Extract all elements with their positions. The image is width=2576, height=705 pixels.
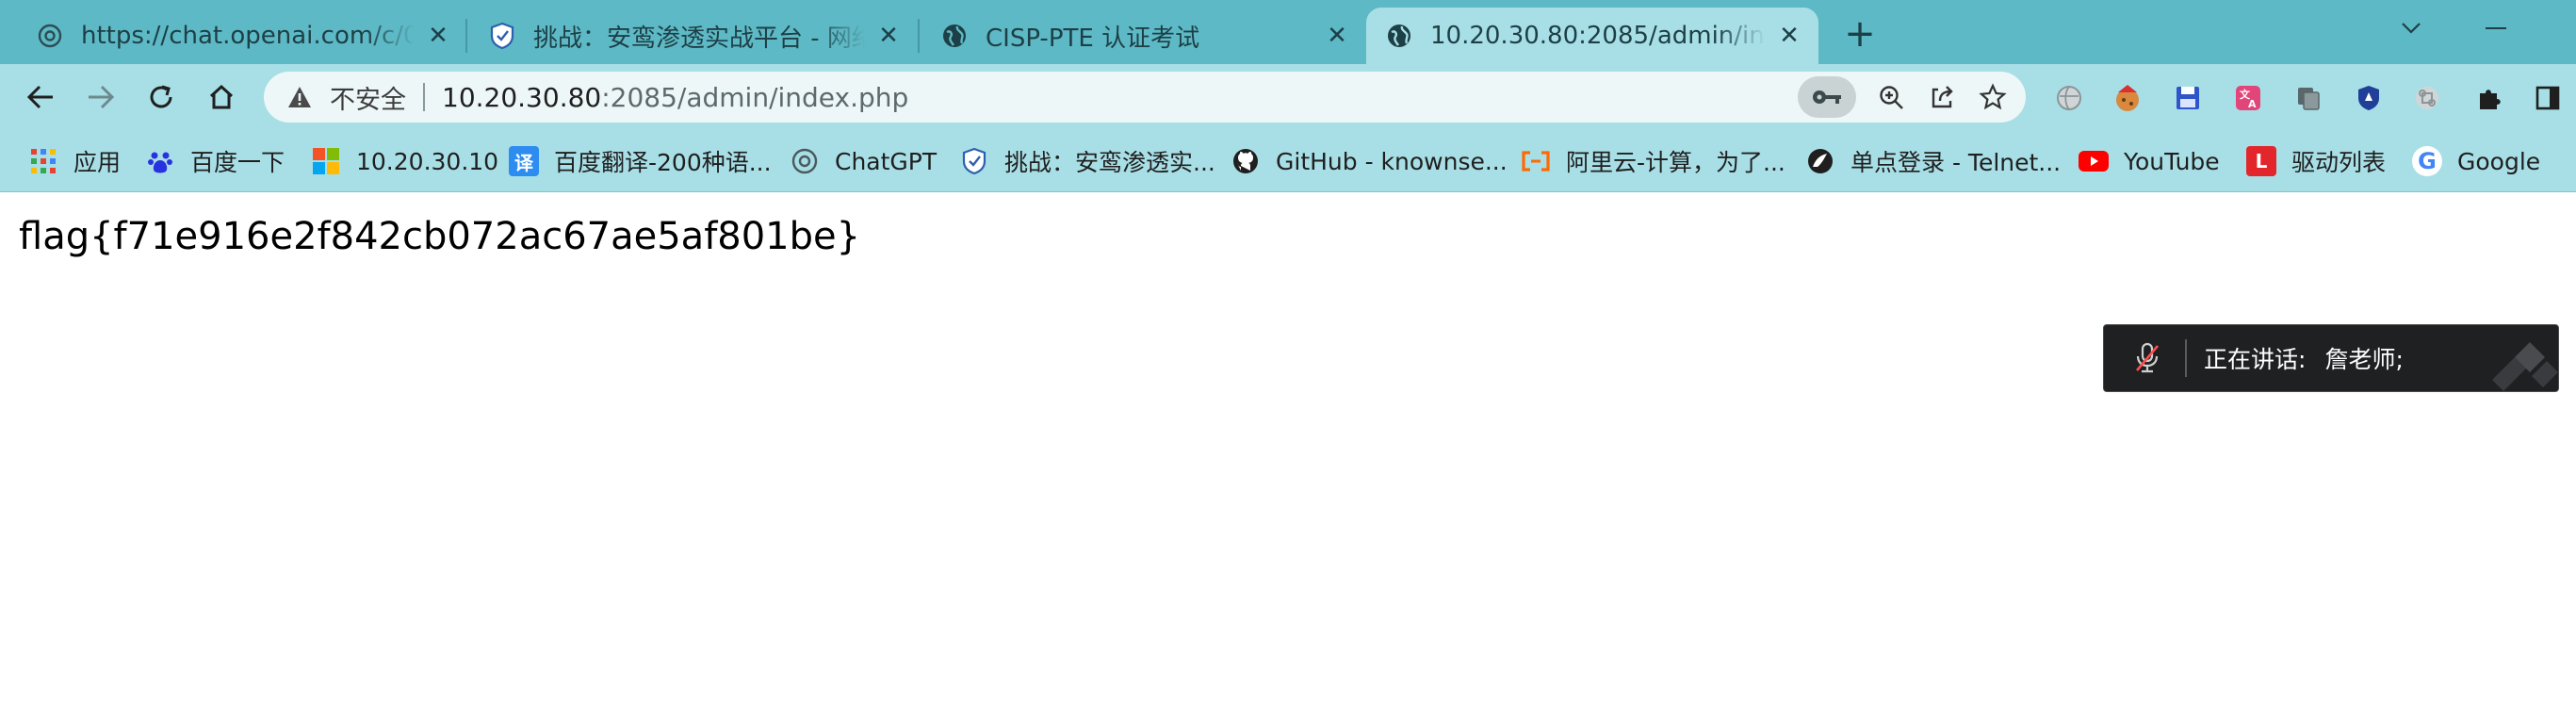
youtube-icon	[2079, 146, 2109, 176]
reload-icon	[150, 85, 172, 108]
svg-text:A: A	[2248, 98, 2257, 110]
tab-divider	[465, 19, 467, 53]
extension-copy-icon[interactable]	[2291, 81, 2325, 115]
tab-search-icon[interactable]	[2388, 9, 2435, 47]
bookmark-driver-list[interactable]: L 驱动列表	[2246, 143, 2386, 179]
bookmark-star-icon[interactable]	[1967, 76, 2018, 118]
bookmark-label: Google	[2457, 147, 2541, 175]
back-button[interactable]	[19, 75, 62, 119]
zoom-icon[interactable]	[1866, 76, 1916, 118]
chatgpt-icon	[790, 146, 820, 176]
bookmark-bar: 应用 百度一下 10.20.30.10 译 百度翻译-200种语... Chat…	[0, 130, 2576, 192]
apps-grid-icon	[28, 146, 58, 176]
bookmark-google[interactable]: G Google	[2412, 143, 2540, 179]
extension-globe-icon[interactable]	[2052, 81, 2086, 115]
chatgpt-icon	[36, 22, 64, 50]
bookmark-aliyun[interactable]: 阿里云-计算，为了...	[1521, 143, 1785, 179]
bookmark-label: ChatGPT	[835, 147, 937, 175]
bookmark-apps[interactable]: 应用	[28, 143, 121, 179]
google-icon: G	[2412, 146, 2442, 176]
windows-icon	[311, 146, 341, 176]
bookmark-label: 挑战：安鸾渗透实...	[1004, 149, 1215, 176]
bookmark-label: 百度翻译-200种语...	[554, 149, 772, 176]
password-key-icon[interactable]	[1798, 76, 1856, 118]
extension-save-icon[interactable]	[2171, 81, 2205, 115]
url-host: 10.20.30.80	[442, 81, 602, 113]
bookmark-label: 10.20.30.10	[356, 147, 499, 175]
bookmark-label: 驱动列表	[2291, 149, 2387, 176]
bookmark-label: 单点登录 - Telnet...	[1850, 149, 2062, 176]
muted-microphone-icon[interactable]	[2123, 334, 2172, 383]
baidu-translate-icon: 译	[509, 146, 539, 176]
shield-icon	[488, 22, 516, 50]
warning-icon[interactable]	[286, 84, 313, 110]
tab-strip: https://chat.openai.com/c/0897 ✕ 挑战：安鸾渗透…	[0, 0, 2576, 64]
bookmark-youtube[interactable]: YouTube	[2079, 143, 2220, 179]
speaker-name: 詹老师;	[2324, 346, 2404, 373]
back-arrow-icon	[26, 85, 53, 109]
extensions-puzzle-icon[interactable]	[2472, 81, 2506, 115]
flag-text: flag{f71e916e2f842cb072ac67ae5af801be}	[19, 215, 861, 258]
security-status[interactable]: 不安全	[330, 79, 406, 116]
bookmark-label: GitHub - knownse...	[1276, 147, 1508, 175]
bookmark-github[interactable]: GitHub - knownse...	[1231, 143, 1508, 179]
close-icon[interactable]: ✕	[1321, 20, 1353, 52]
tab-cisp[interactable]: CISP-PTE 认证考试 ✕	[921, 8, 1366, 64]
telnet-icon	[1805, 146, 1835, 176]
bookmark-10-20-30-10[interactable]: 10.20.30.10	[311, 143, 498, 179]
driver-list-icon: L	[2246, 146, 2276, 176]
globe-icon	[940, 22, 969, 50]
forward-button[interactable]	[79, 75, 122, 119]
bookmark-label: YouTube	[2124, 147, 2220, 175]
extension-cookie-icon[interactable]	[2111, 81, 2144, 115]
drag-handle-icon[interactable]	[2473, 325, 2558, 392]
extension-cmd-icon[interactable]	[2410, 81, 2444, 115]
tab-title: 10.20.30.80:2085/admin/index.php	[1430, 22, 1766, 50]
home-icon	[209, 84, 234, 109]
close-icon[interactable]: ✕	[422, 20, 454, 52]
minimize-icon[interactable]	[2472, 9, 2519, 47]
bookmark-baidu[interactable]: 百度一下	[145, 143, 285, 179]
globe-icon	[1385, 22, 1413, 50]
baidu-icon	[145, 146, 175, 176]
toolbar: 不安全 10.20.30.80:2085/admin/index.php 文A	[0, 64, 2576, 130]
close-icon[interactable]: ✕	[1773, 20, 1805, 52]
url-path: :2085/admin/index.php	[601, 81, 909, 113]
bookmark-baidu-translate[interactable]: 译 百度翻译-200种语...	[509, 143, 772, 179]
page-content: flag{f71e916e2f842cb072ac67ae5af801be} 正…	[0, 192, 2576, 705]
extension-shield-icon[interactable]	[2352, 81, 2386, 115]
bookmark-telnet-sso[interactable]: 单点登录 - Telnet...	[1805, 143, 2061, 179]
bookmark-label: 应用	[73, 149, 122, 176]
forward-arrow-icon	[89, 85, 115, 109]
bookmark-chatgpt[interactable]: ChatGPT	[790, 143, 937, 179]
address-bar[interactable]: 不安全 10.20.30.80:2085/admin/index.php	[264, 72, 2026, 123]
share-icon[interactable]	[1916, 76, 1967, 118]
bookmark-label: 阿里云-计算，为了...	[1566, 149, 1785, 176]
address-divider	[423, 83, 425, 111]
close-icon[interactable]: ✕	[872, 20, 905, 52]
speaking-label: 正在讲话:	[2204, 346, 2307, 373]
tab-chatgpt[interactable]: https://chat.openai.com/c/0897 ✕	[17, 8, 467, 64]
bookmark-anluan[interactable]: 挑战：安鸾渗透实...	[959, 143, 1215, 179]
omnibox-actions	[1798, 76, 2018, 118]
speaking-indicator: 正在讲话: 詹老师;	[2103, 324, 2559, 392]
tab-admin-index[interactable]: 10.20.30.80:2085/admin/index.php ✕	[1366, 8, 1818, 64]
home-button[interactable]	[200, 75, 243, 119]
tab-anluan[interactable]: 挑战：安鸾渗透实战平台 - 网络安 ✕	[469, 8, 918, 64]
github-icon	[1231, 146, 1261, 176]
reload-button[interactable]	[139, 75, 183, 119]
new-tab-button[interactable]: +	[1839, 12, 1881, 56]
bookmark-label: 百度一下	[190, 149, 285, 176]
tab-title: CISP-PTE 认证考试	[986, 24, 1200, 53]
tab-divider	[918, 19, 920, 53]
aliyun-icon	[1521, 146, 1551, 176]
tab-title: https://chat.openai.com/c/0897	[81, 22, 415, 50]
indicator-divider	[2185, 339, 2187, 377]
extension-translate-icon[interactable]: 文A	[2231, 81, 2265, 115]
shield-icon	[959, 146, 989, 176]
tab-title: 挑战：安鸾渗透实战平台 - 网络安	[533, 24, 865, 53]
side-panel-icon[interactable]	[2531, 81, 2565, 115]
